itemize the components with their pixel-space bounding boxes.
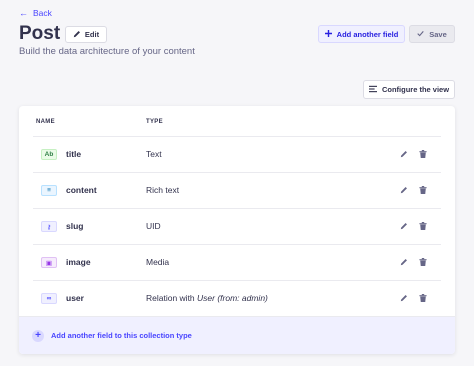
media-type-icon: ▣ xyxy=(41,257,57,268)
trash-icon[interactable] xyxy=(418,293,428,303)
table-row[interactable]: ≡ content Rich text xyxy=(33,172,441,208)
relation-target: User (from: admin) xyxy=(197,293,268,303)
page-subtitle: Build the data architecture of your cont… xyxy=(19,46,195,57)
field-type: Relation with User (from: admin) xyxy=(146,293,268,303)
trash-icon[interactable] xyxy=(418,149,428,159)
field-type: Rich text xyxy=(146,185,179,195)
add-field-label: Add another field xyxy=(336,29,399,39)
field-type-label: Rich text xyxy=(146,185,180,195)
table-header: NAME TYPE xyxy=(19,106,455,136)
field-type-label: Media xyxy=(146,257,170,267)
add-field-to-collection-button[interactable]: + Add another field to this collection t… xyxy=(19,316,455,354)
add-another-field-button[interactable]: Add another field xyxy=(318,25,405,43)
page-title: Post xyxy=(19,23,61,44)
back-label: Back xyxy=(33,8,52,18)
pencil-icon[interactable] xyxy=(399,185,409,195)
arrow-left-icon: ← xyxy=(19,7,28,18)
text-type-icon: Ab xyxy=(41,149,57,160)
field-type-label: UID xyxy=(146,221,161,231)
trash-icon[interactable] xyxy=(418,221,428,231)
edit-button[interactable]: Edit xyxy=(65,26,107,43)
table-row[interactable]: ⚷ slug UID xyxy=(33,208,441,244)
field-type: Text xyxy=(146,149,162,159)
pencil-icon[interactable] xyxy=(399,221,409,231)
table-row[interactable]: Ab title Text xyxy=(33,136,441,172)
pencil-icon[interactable] xyxy=(399,149,409,159)
list-settings-icon xyxy=(368,85,377,95)
relation-type-icon: ∞ xyxy=(41,293,57,304)
table-row[interactable]: ∞ user Relation with User (from: admin) xyxy=(33,280,441,316)
pencil-icon[interactable] xyxy=(399,293,409,303)
table-body: Ab title Text ≡ content Rich text ⚷ slug UID ▣ ima… xyxy=(19,136,455,316)
field-name: image xyxy=(66,257,91,267)
field-type: UID xyxy=(146,221,161,231)
field-name: title xyxy=(66,149,82,159)
edit-label: Edit xyxy=(84,30,100,39)
field-name: slug xyxy=(66,221,84,231)
field-name: user xyxy=(66,293,84,303)
add-field-to-collection-label: Add another field to this collection typ… xyxy=(51,331,192,340)
fields-table: NAME TYPE Ab title Text ≡ content Rich text ⚷ s… xyxy=(19,106,455,354)
table-row[interactable]: ▣ image Media xyxy=(33,244,441,280)
save-label: Save xyxy=(429,29,447,39)
field-type-label: Relation with xyxy=(146,293,198,303)
field-type-label: Text xyxy=(146,149,162,159)
key-icon: ⚷ xyxy=(41,221,57,232)
field-name: content xyxy=(66,185,97,195)
plus-icon xyxy=(324,29,332,39)
configure-label: Configure the view xyxy=(381,85,450,94)
trash-icon[interactable] xyxy=(418,257,428,267)
configure-view-button[interactable]: Configure the view xyxy=(363,80,455,99)
richtext-type-icon: ≡ xyxy=(41,185,57,196)
column-header-type: TYPE xyxy=(146,119,163,125)
pencil-icon[interactable] xyxy=(399,257,409,267)
column-header-name: NAME xyxy=(36,119,55,125)
check-icon xyxy=(417,30,424,39)
field-type: Media xyxy=(146,257,169,267)
save-button[interactable]: Save xyxy=(409,25,455,43)
back-link[interactable]: ← Back xyxy=(19,8,52,18)
trash-icon[interactable] xyxy=(418,185,428,195)
plus-circle-icon: + xyxy=(32,329,44,342)
pencil-icon xyxy=(73,30,81,40)
